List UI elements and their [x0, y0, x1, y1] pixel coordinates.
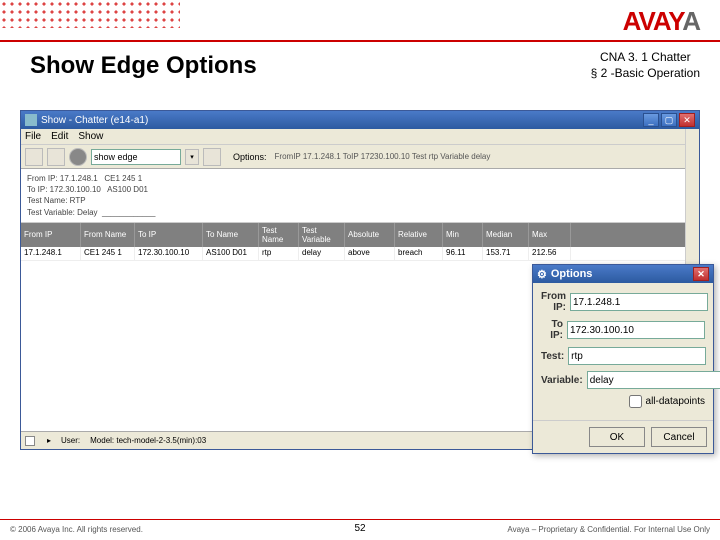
logo-part1: AVAY [623, 6, 683, 36]
dialog-titlebar[interactable]: ⚙ Options ✕ [533, 265, 713, 283]
menu-edit[interactable]: Edit [51, 131, 68, 142]
status-checkbox[interactable] [25, 436, 35, 446]
cell-testname: rtp [259, 247, 299, 260]
toolbar: ▾ Options: FromIP 17.1.248.1 ToIP 17230.… [21, 145, 699, 169]
confidential-text: Avaya – Proprietary & Confidential. For … [507, 525, 710, 534]
cancel-button[interactable]: Cancel [651, 427, 707, 447]
info-variable: Test Variable: Delay ____________ [27, 207, 693, 218]
maximize-button[interactable]: ▢ [661, 113, 677, 127]
variable-label: Variable: [541, 375, 583, 386]
status-arrow-icon[interactable]: ▸ [47, 436, 51, 445]
cell-fromname: CE1 245 1 [81, 247, 135, 260]
record-icon[interactable] [69, 148, 87, 166]
all-datapoints-label: all-datapoints [646, 396, 705, 407]
info-area: From IP: 17.1.248.1 CE1 245 1 To IP: 172… [21, 169, 699, 223]
th-max[interactable]: Max [529, 223, 571, 247]
cell-testvar: delay [299, 247, 345, 260]
dialog-close-button[interactable]: ✕ [693, 267, 709, 281]
options-label: Options: [233, 152, 267, 162]
test-label: Test: [541, 351, 564, 362]
header-rule [0, 40, 720, 42]
table-row[interactable]: 17.1.248.1 CE1 245 1 172.30.100.10 AS100… [21, 247, 699, 261]
home-icon[interactable] [25, 148, 43, 166]
test-field[interactable] [568, 347, 706, 365]
subtitle-line2: § 2 -Basic Operation [591, 66, 700, 82]
avaya-logo: AVAYA [623, 6, 700, 37]
all-datapoints-checkbox[interactable] [629, 395, 642, 408]
menu-show[interactable]: Show [78, 131, 103, 142]
status-user: User: [61, 436, 80, 445]
cell-relative: breach [395, 247, 443, 260]
from-ip-field[interactable] [570, 293, 708, 311]
th-relative[interactable]: Relative [395, 223, 443, 247]
close-button[interactable]: ✕ [679, 113, 695, 127]
app-icon [25, 114, 37, 126]
ok-button[interactable]: OK [589, 427, 645, 447]
th-fromname[interactable]: From Name [81, 223, 135, 247]
slide-title: Show Edge Options [30, 52, 257, 80]
command-input[interactable] [91, 149, 181, 165]
variable-field[interactable] [587, 371, 720, 389]
cell-min: 96.11 [443, 247, 483, 260]
minimize-button[interactable]: _ [643, 113, 659, 127]
cell-median: 153.71 [483, 247, 529, 260]
th-fromip[interactable]: From IP [21, 223, 81, 247]
window-title: Show - Chatter (e14-a1) [41, 115, 643, 126]
status-model: Model: tech-model-2-3.5(min):03 [90, 436, 206, 445]
cell-toname: AS100 D01 [203, 247, 259, 260]
window-buttons: _ ▢ ✕ [643, 113, 695, 127]
subtitle-line1: CNA 3. 1 Chatter [591, 50, 700, 66]
copyright: © 2006 Avaya Inc. All rights reserved. [10, 525, 143, 534]
go-icon[interactable] [203, 148, 221, 166]
from-ip-label: From IP: [541, 291, 566, 313]
th-toname[interactable]: To Name [203, 223, 259, 247]
logo-part2: A [682, 6, 700, 36]
th-min[interactable]: Min [443, 223, 483, 247]
table-header: From IP From Name To IP To Name Test Nam… [21, 223, 699, 247]
footer-rule [0, 519, 720, 520]
dialog-title: Options [551, 268, 593, 280]
menubar: File Edit Show [21, 129, 699, 145]
options-dialog: ⚙ Options ✕ From IP: To IP: Test: Variab… [532, 264, 714, 454]
th-median[interactable]: Median [483, 223, 529, 247]
dropdown-icon[interactable]: ▾ [185, 149, 199, 165]
info-test: Test Name: RTP [27, 195, 693, 206]
th-testvar[interactable]: Test Variable [299, 223, 345, 247]
th-toip[interactable]: To IP [135, 223, 203, 247]
info-to: To IP: 172.30.100.10 AS100 D01 [27, 184, 693, 195]
to-ip-label: To IP: [541, 319, 563, 341]
th-absolute[interactable]: Absolute [345, 223, 395, 247]
gear-icon: ⚙ [537, 268, 547, 281]
decorative-dots [0, 0, 180, 28]
to-ip-field[interactable] [567, 321, 705, 339]
options-text: FromIP 17.1.248.1 ToIP 17230.100.10 Test… [275, 152, 491, 161]
dialog-body: From IP: To IP: Test: Variable: all-data… [533, 283, 713, 420]
cell-toip: 172.30.100.10 [135, 247, 203, 260]
titlebar[interactable]: Show - Chatter (e14-a1) _ ▢ ✕ [21, 111, 699, 129]
page-number: 52 [354, 523, 365, 534]
cell-absolute: above [345, 247, 395, 260]
slide-subtitle: CNA 3. 1 Chatter § 2 -Basic Operation [591, 50, 700, 81]
cell-fromip: 17.1.248.1 [21, 247, 81, 260]
dialog-buttons: OK Cancel [533, 420, 713, 453]
cell-max: 212.56 [529, 247, 571, 260]
th-testname[interactable]: Test Name [259, 223, 299, 247]
menu-file[interactable]: File [25, 131, 41, 142]
refresh-icon[interactable] [47, 148, 65, 166]
info-from: From IP: 17.1.248.1 CE1 245 1 [27, 173, 693, 184]
